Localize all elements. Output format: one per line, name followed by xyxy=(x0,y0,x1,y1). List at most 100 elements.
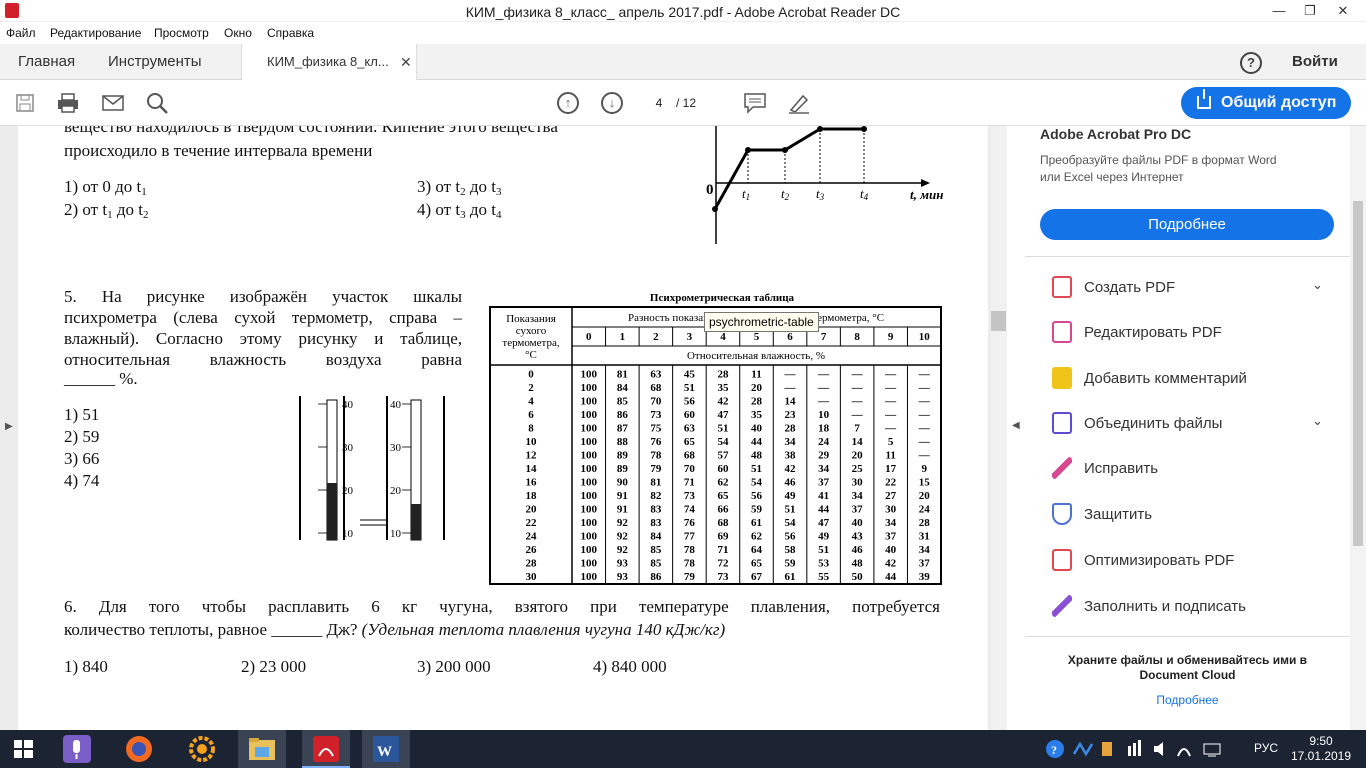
language-indicator[interactable]: РУС xyxy=(1254,741,1278,755)
clock[interactable]: 9:50 17.01.2019 xyxy=(1290,734,1352,764)
table-cell: 46 xyxy=(852,544,864,556)
left-panel-toggle-icon[interactable]: ▶ xyxy=(5,421,13,432)
table-cell: 25 xyxy=(852,463,864,475)
windows-start-icon[interactable] xyxy=(0,730,48,768)
table-cell: — xyxy=(918,409,931,421)
help-icon[interactable]: ? xyxy=(1240,52,1262,74)
q6-answer-1: 1) 840 xyxy=(64,657,108,676)
sign-in-button[interactable]: Войти xyxy=(1292,44,1338,80)
settings-gear-icon[interactable] xyxy=(178,730,226,768)
highlight-pen-icon[interactable] xyxy=(787,92,811,114)
save-icon[interactable] xyxy=(13,92,37,114)
word-icon[interactable]: W xyxy=(362,730,410,768)
tool-fill-sign[interactable]: Заполнить и подписать xyxy=(1025,587,1350,627)
dry-tick-20: 20 xyxy=(342,485,354,497)
acrobat-reader-taskbar-icon[interactable] xyxy=(302,730,350,768)
share-button[interactable]: Общий доступ xyxy=(1181,87,1351,119)
table-cell: 70 xyxy=(650,396,662,408)
tool-protect[interactable]: Защитить xyxy=(1025,495,1350,535)
chevron-down-icon[interactable]: ⌄ xyxy=(1312,413,1323,429)
table-cell: 86 xyxy=(650,571,662,583)
file-explorer-icon[interactable] xyxy=(238,730,286,768)
tool-fix[interactable]: Исправить xyxy=(1025,449,1350,489)
table-cell: 35 xyxy=(717,382,729,394)
next-page-icon[interactable]: ↓ xyxy=(601,92,623,114)
table-cell: 59 xyxy=(785,558,797,570)
table-cell: 56 xyxy=(684,396,696,408)
document-scrollbar[interactable] xyxy=(991,126,1007,730)
document-view[interactable]: ▶ вещество находилось в твердом состояни… xyxy=(0,126,1007,730)
table-cell: 11 xyxy=(751,369,761,381)
taskbar: W ? РУС 9:50 17.01.2019 xyxy=(0,730,1366,768)
print-icon[interactable] xyxy=(56,92,80,114)
table-row-temp: 18 xyxy=(526,490,538,502)
menu-file[interactable]: Файл xyxy=(6,26,36,40)
table-cell: 68 xyxy=(717,517,729,529)
right-panel-toggle-icon[interactable]: ◀ xyxy=(1012,420,1020,431)
table-cell: 37 xyxy=(852,504,864,516)
table-cell: 51 xyxy=(785,504,796,516)
previous-page-icon[interactable]: ↑ xyxy=(557,92,579,114)
table-cell: 60 xyxy=(684,409,696,421)
table-cell: 100 xyxy=(581,490,598,502)
search-icon[interactable] xyxy=(145,92,169,114)
email-icon[interactable] xyxy=(101,92,125,114)
learn-more-button[interactable]: Подробнее xyxy=(1040,209,1334,240)
table-cell: 22 xyxy=(885,477,897,489)
tool-edit-pdf[interactable]: Редактировать PDF xyxy=(1025,313,1350,353)
table-cell: 83 xyxy=(650,517,662,529)
q4-answer-3: 3) от t2 до t3 xyxy=(417,177,502,198)
dry-tick-10: 10 xyxy=(342,528,354,540)
tools-pane-scrollbar[interactable] xyxy=(1350,126,1366,730)
table-head-rows-1: Показания xyxy=(506,313,556,325)
restore-button[interactable]: ❐ xyxy=(1293,0,1327,22)
table-col-header: 6 xyxy=(787,331,793,343)
tab-home[interactable]: Главная xyxy=(18,44,75,80)
wet-tick-40: 40 xyxy=(390,399,402,411)
tool-add-comment[interactable]: Добавить комментарий xyxy=(1025,359,1350,399)
table-cell: 100 xyxy=(581,504,598,516)
comment-icon xyxy=(1052,367,1072,389)
minimize-button[interactable]: — xyxy=(1262,0,1296,22)
table-cell: 56 xyxy=(785,531,797,543)
tool-optimize-pdf[interactable]: Оптимизировать PDF xyxy=(1025,541,1350,581)
tool-combine-files[interactable]: Объединить файлы ⌄ xyxy=(1025,404,1350,444)
table-cell: 34 xyxy=(785,436,797,448)
table-cell: 24 xyxy=(818,436,830,448)
close-button[interactable]: ✕ xyxy=(1326,0,1360,22)
table-cell: 51 xyxy=(717,423,728,435)
table-cell: 72 xyxy=(717,558,729,570)
close-tab-icon[interactable]: ✕ xyxy=(400,44,412,80)
cloud-learn-more-link[interactable]: Подробнее xyxy=(1025,693,1350,707)
wet-tick-10: 10 xyxy=(390,528,402,540)
table-cell: 11 xyxy=(885,450,895,462)
menu-edit[interactable]: Редактирование xyxy=(50,26,141,40)
q5-line1: 5. На рисунке изображён участок шкалы xyxy=(64,287,462,306)
table-cell: 73 xyxy=(684,490,696,502)
document-cloud-promo: Храните файлы и обменивайтесь ими в Docu… xyxy=(1067,653,1308,682)
menu-help[interactable]: Справка xyxy=(267,26,314,40)
psychrometric-table: Психрометрическая таблица Показаниясухог… xyxy=(489,292,942,585)
menu-window[interactable]: Окно xyxy=(224,26,252,40)
table-cell: 73 xyxy=(650,409,662,421)
scrollbar-thumb[interactable] xyxy=(1353,201,1363,546)
table-col-header: 10 xyxy=(919,331,931,343)
system-tray-icons[interactable]: ? xyxy=(1044,738,1244,760)
comment-icon[interactable] xyxy=(743,92,767,114)
table-cell: — xyxy=(817,396,830,408)
firefox-icon[interactable] xyxy=(115,730,163,768)
tab-document[interactable]: КИМ_физика 8_кл... xyxy=(241,44,417,81)
menu-view[interactable]: Просмотр xyxy=(154,26,209,40)
tab-tools[interactable]: Инструменты xyxy=(108,44,202,80)
table-cell: — xyxy=(884,396,897,408)
table-cell: — xyxy=(918,436,931,448)
table-cell: 57 xyxy=(717,450,729,462)
scrollbar-thumb[interactable] xyxy=(991,311,1006,331)
chevron-down-icon[interactable]: ⌄ xyxy=(1312,277,1323,293)
cortana-mic-icon[interactable] xyxy=(52,730,100,768)
page-number-input[interactable]: 4 xyxy=(646,92,672,114)
table-cell: 39 xyxy=(919,571,931,583)
tool-create-pdf[interactable]: Создать PDF ⌄ xyxy=(1025,268,1350,308)
table-cell: 51 xyxy=(684,382,695,394)
table-cell: 45 xyxy=(684,369,696,381)
